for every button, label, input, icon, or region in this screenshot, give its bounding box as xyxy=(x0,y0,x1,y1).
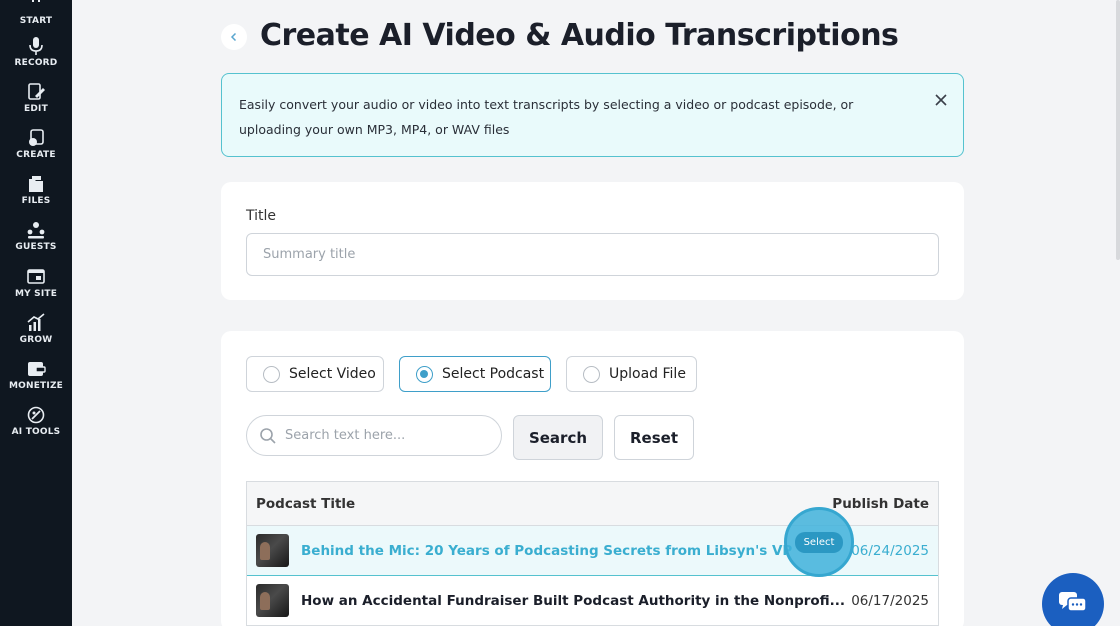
create-icon xyxy=(29,129,44,146)
info-text: Easily convert your audio or video into … xyxy=(239,97,854,137)
publish-date: 06/24/2025 xyxy=(851,542,929,559)
reset-button[interactable]: Reset xyxy=(614,415,694,460)
sidebar-item-label: GUESTS xyxy=(15,242,57,252)
guests-icon xyxy=(27,222,45,239)
sidebar-item-label: MY SITE xyxy=(14,289,58,299)
monetize-icon xyxy=(28,362,46,376)
files-icon xyxy=(29,176,43,192)
sidebar-item-files[interactable]: FILES xyxy=(0,174,72,206)
search-box xyxy=(246,415,502,456)
ai-tools-icon xyxy=(27,406,45,424)
podcast-title[interactable]: Behind the Mic: 20 Years of Podcasting S… xyxy=(301,543,792,559)
radio-upload-file[interactable]: Upload File xyxy=(566,356,697,392)
close-icon[interactable] xyxy=(935,88,947,113)
title-card: Title xyxy=(221,182,964,300)
radio-circle xyxy=(583,365,600,383)
radio-label: Upload File xyxy=(609,366,686,382)
radio-circle xyxy=(416,365,433,383)
sidebar-item-label: CREATE xyxy=(16,150,56,160)
sidebar-item-start[interactable]: START xyxy=(0,0,72,26)
radio-select-podcast[interactable]: Select Podcast xyxy=(399,356,551,392)
search-input[interactable] xyxy=(285,428,485,443)
sidebar-item-ai-tools[interactable]: AI TOOLS xyxy=(0,405,72,437)
radio-circle xyxy=(263,365,280,383)
podcast-title[interactable]: How an Accidental Fundraiser Built Podca… xyxy=(301,593,845,609)
sidebar-item-label: FILES xyxy=(21,196,51,206)
sidebar-item-label: EDIT xyxy=(24,104,48,114)
grow-icon xyxy=(27,313,45,331)
sidebar-item-edit[interactable]: EDIT xyxy=(0,82,72,114)
info-banner: Easily convert your audio or video into … xyxy=(221,73,964,157)
title-input[interactable] xyxy=(246,233,939,276)
search-button[interactable]: Search xyxy=(513,415,603,460)
site-icon xyxy=(27,269,45,284)
sidebar-item-guests[interactable]: GUESTS xyxy=(0,220,72,252)
microphone-icon xyxy=(29,37,43,55)
sidebar-item-label: RECORD xyxy=(14,58,58,68)
edit-icon xyxy=(28,83,45,100)
sidebar-item-monetize[interactable]: MONETIZE xyxy=(0,359,72,391)
page-title: Create AI Video & Audio Transcriptions xyxy=(260,18,899,53)
sidebar-item-record[interactable]: RECORD xyxy=(0,36,72,68)
podcast-thumbnail xyxy=(256,534,289,567)
podcast-thumbnail xyxy=(256,584,289,617)
column-header-date: Publish Date xyxy=(832,495,929,512)
sidebar-item-grow[interactable]: GROW xyxy=(0,313,72,345)
sidebar-item-label: START xyxy=(19,16,53,26)
radio-select-video[interactable]: Select Video xyxy=(246,356,384,392)
podcast-list-card: Select Video Select Podcast Upload File … xyxy=(221,331,964,626)
table-row[interactable]: How an Accidental Fundraiser Built Podca… xyxy=(247,576,938,626)
start-icon xyxy=(32,0,40,2)
search-icon xyxy=(260,427,276,444)
chat-icon xyxy=(1059,592,1087,612)
sidebar-item-label: GROW xyxy=(19,335,53,345)
sidebar-item-label: MONETIZE xyxy=(8,381,64,391)
scrollbar[interactable] xyxy=(1116,0,1120,260)
column-header-title: Podcast Title xyxy=(256,495,356,512)
sidebar-item-label: AI TOOLS xyxy=(11,427,61,437)
select-click-highlight: Select xyxy=(784,507,854,577)
radio-label: Select Video xyxy=(289,366,376,382)
main-content: Create AI Video & Audio Transcriptions E… xyxy=(72,0,1120,626)
title-label: Title xyxy=(246,208,277,224)
back-button[interactable] xyxy=(221,24,247,50)
sidebar: START RECORD EDIT CREATE FILES GUESTS MY… xyxy=(0,0,72,626)
sidebar-item-create[interactable]: CREATE xyxy=(0,128,72,160)
sidebar-item-my-site[interactable]: MY SITE xyxy=(0,267,72,299)
chat-button[interactable] xyxy=(1042,573,1104,626)
radio-label: Select Podcast xyxy=(442,366,545,382)
select-button[interactable]: Select xyxy=(794,531,844,553)
publish-date: 06/17/2025 xyxy=(851,592,929,609)
chevron-left-icon xyxy=(230,32,237,42)
